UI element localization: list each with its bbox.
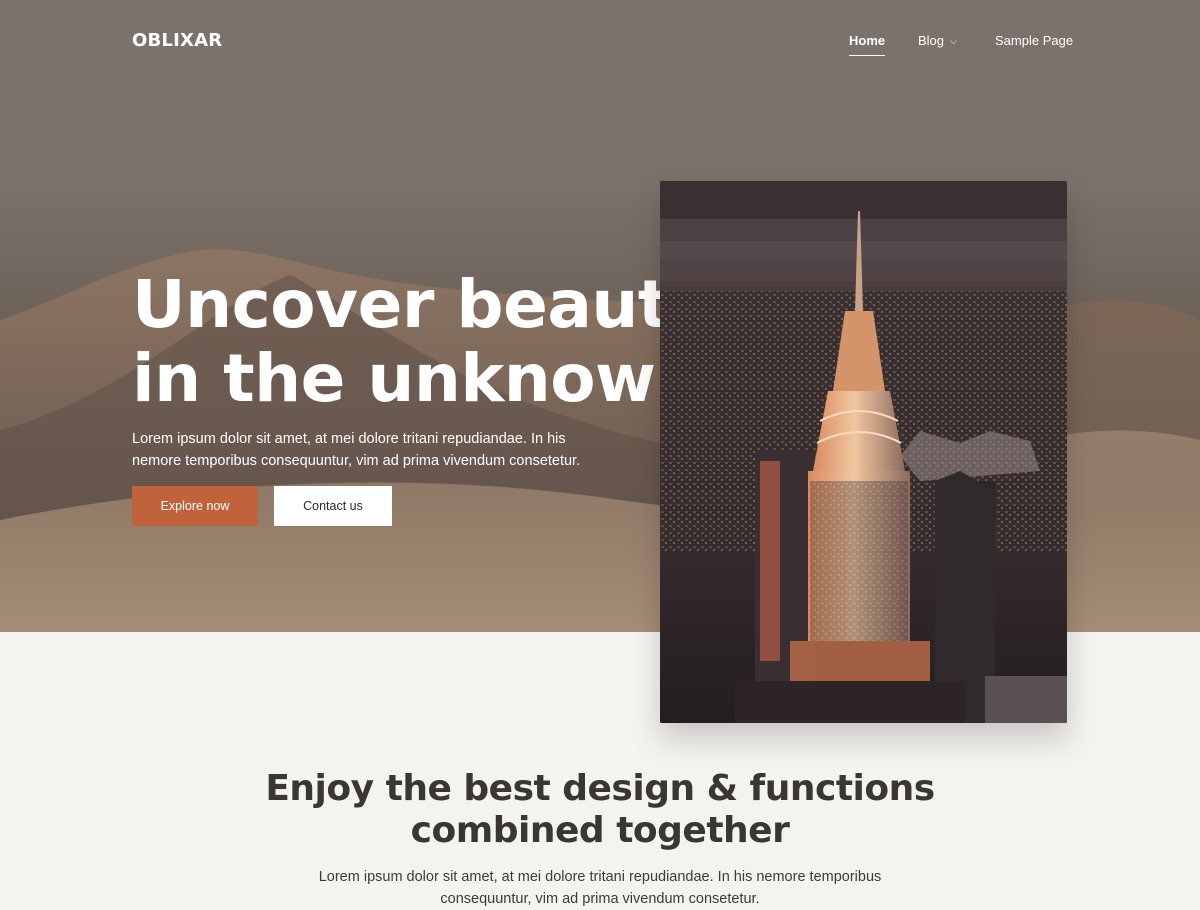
nav-item-blog-label: Blog — [918, 33, 945, 48]
chrysler-building-illustration — [660, 181, 1067, 723]
site-logo[interactable]: OBLIXAR — [132, 30, 222, 51]
explore-now-button[interactable]: Explore now — [132, 486, 258, 526]
feature-title-line-2: combined together — [410, 810, 790, 851]
contact-us-button[interactable]: Contact us — [274, 486, 392, 526]
chevron-down-icon: ⌵ — [950, 36, 957, 46]
site-header: OBLIXAR Home Blog ⌵ Sample Page — [0, 0, 1200, 82]
feature-section-description: Lorem ipsum dolor sit amet, at mei dolor… — [318, 869, 882, 907]
hero-headline-line-2: in the unknown. — [132, 340, 727, 417]
hero-description: Lorem ipsum dolor sit amet, at mei dolor… — [132, 431, 581, 469]
nav-item-home[interactable]: Home — [849, 33, 886, 56]
city-skyline-photo — [660, 181, 1067, 723]
hero-headline: Uncover beauty in the unknown. — [132, 266, 727, 417]
nav-item-blog[interactable]: Blog ⌵ — [918, 33, 957, 48]
nav-item-sample-page[interactable]: Sample Page — [995, 33, 1073, 48]
feature-section-title: Enjoy the best design & functions combin… — [250, 768, 950, 852]
hero-headline-line-1: Uncover beauty — [132, 266, 712, 343]
feature-title-line-1: Enjoy the best design & functions — [265, 768, 935, 809]
